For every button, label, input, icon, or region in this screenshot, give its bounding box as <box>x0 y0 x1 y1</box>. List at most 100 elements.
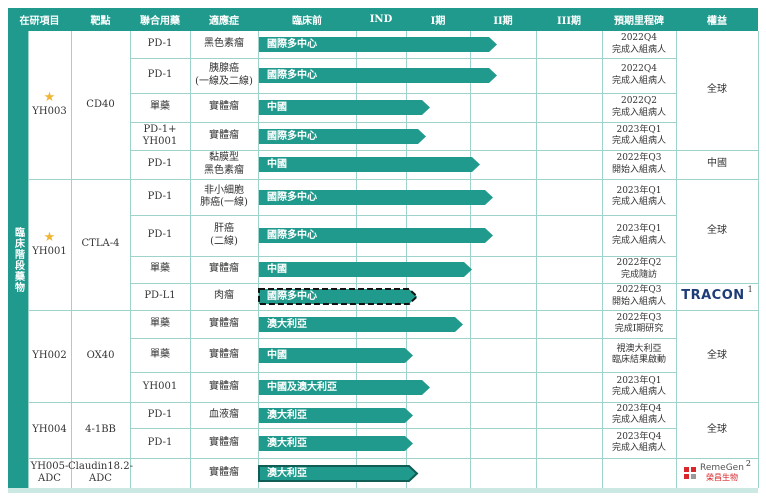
bar-label: 國際多中心 <box>267 230 317 241</box>
remegen-sub: 榮昌生物 <box>705 472 738 482</box>
clinical-stage-label: 臨床階段藥物 <box>8 31 28 488</box>
milestone-cell: 2022年Q2 完成隨訪 <box>616 258 662 280</box>
progress-bar: 中國 <box>259 262 480 277</box>
milestone-cell: 2022Q4 完成入組病人 <box>611 64 666 86</box>
target-41bb: 4-1BB <box>85 423 116 435</box>
star-icon: ★ <box>43 229 56 245</box>
combo-cell: PD-1 <box>147 229 173 241</box>
header-phase3: III期 <box>536 8 602 31</box>
header-milestone: 預期里程碑 <box>602 8 676 31</box>
indication-cell: 肉瘤 <box>214 290 234 302</box>
candidate-yh004: YH004 <box>32 423 67 435</box>
header-combo: 聯合用藥 <box>130 8 190 31</box>
bar-label: 澳大利亞 <box>267 468 307 479</box>
target-ox40: OX40 <box>86 349 115 361</box>
progress-bar: 澳大利亞 <box>259 317 471 332</box>
indication-cell: 實體瘤 <box>209 466 239 478</box>
target-claudin: Claudin18.2- ADC <box>68 460 133 485</box>
bottom-border <box>8 488 758 493</box>
combo-cell: PD-1+ YH001 <box>142 123 178 148</box>
indication-cell: 實體瘤 <box>209 436 239 448</box>
rights-global-yh002: 全球 <box>707 349 727 361</box>
rights-tracon: TRACON 1 <box>676 283 758 310</box>
bar-label: 澳大利亞 <box>267 410 307 421</box>
col-line <box>470 31 471 488</box>
header-target: 靶點 <box>71 8 130 31</box>
indication-cell: 實體瘤 <box>209 348 239 360</box>
combo-cell: PD-1 <box>147 190 173 202</box>
indication-cell: 實體瘤 <box>209 101 239 113</box>
tracon-logo: TRACON <box>681 288 745 304</box>
indication-cell: 實體瘤 <box>209 129 239 141</box>
progress-bar: 澳大利亞 <box>259 408 421 423</box>
col-line <box>758 31 759 488</box>
combo-cell: PD-1 <box>147 436 173 448</box>
bar-label: 國際多中心 <box>267 70 317 81</box>
footnote-2: 2 <box>745 459 751 468</box>
candidate-name: YH001 <box>32 245 67 257</box>
header-phase1: I期 <box>406 8 470 31</box>
milestone-cell: 2023年Q1 完成入組病人 <box>611 124 666 146</box>
bar-label: 中國 <box>267 264 287 275</box>
progress-arrow <box>259 262 472 277</box>
progress-bar: 國際多中心 <box>259 129 434 144</box>
star-icon: ★ <box>43 90 56 106</box>
milestone-cell: 2023年Q1 完成入組病人 <box>611 224 666 246</box>
progress-bar: 國際多中心 <box>258 288 425 305</box>
progress-bar: 國際多中心 <box>259 228 501 243</box>
combo-cell: PD-L1 <box>144 290 176 302</box>
milestone-cell: 2023年Q4 完成入組病人 <box>611 431 666 453</box>
bar-label: 中國 <box>267 350 287 361</box>
indication-cell: 血液瘤 <box>209 408 239 420</box>
combo-cell: PD-1 <box>147 408 173 420</box>
progress-bar: 中國 <box>259 348 421 363</box>
indication-cell: 黏膜型 黑色素瘤 <box>204 152 244 176</box>
indication-cell: 實體瘤 <box>209 263 239 275</box>
pipeline-chart: 在研項目 靶點 聯合用藥 適應症 臨床前 IND I期 II期 III期 預期里… <box>0 0 766 496</box>
bar-label: 澳大利亞 <box>267 438 307 449</box>
indication-cell: 黑色素瘤 <box>204 38 244 50</box>
progress-bar: 澳大利亞 <box>258 465 425 482</box>
bar-label: 澳大利亞 <box>267 319 307 330</box>
bar-label: 國際多中心 <box>267 192 317 203</box>
rights-global-yh001: 全球 <box>707 224 727 236</box>
indication-cell: 非小細胞 肺癌(一線) <box>200 184 248 209</box>
header-preclinical: 臨床前 <box>258 8 356 31</box>
progress-bar: 澳大利亞 <box>259 436 421 451</box>
combo-cell: 單藥 <box>150 101 170 113</box>
combo-cell: 單藥 <box>150 348 170 360</box>
combo-cell: YH001 <box>142 380 178 392</box>
indication-cell: 胰腺癌 (一線及二線) <box>195 63 253 87</box>
header-indication: 適應症 <box>190 8 258 31</box>
combo-cell: 單藥 <box>150 317 170 329</box>
indication-cell: 實體瘤 <box>209 380 239 392</box>
milestone-cell: 2023年Q4 完成入組病人 <box>611 403 666 425</box>
bar-label: 中國 <box>267 102 287 113</box>
rights-remegen: RemeGen 榮昌生物 2 <box>676 458 758 488</box>
combo-cell: PD-1 <box>147 38 173 50</box>
indication-cell: 實體瘤 <box>209 317 239 329</box>
candidate-yh005: YH005- ADC <box>30 460 69 485</box>
footnote-1: 1 <box>747 284 753 294</box>
progress-bar: 中國 <box>259 157 488 172</box>
milestone-cell: 視澳大利亞 臨床結果啟動 <box>611 343 666 365</box>
progress-bar: 國際多中心 <box>259 37 505 52</box>
bar-label: 國際多中心 <box>267 131 317 142</box>
target-ctla4: CTLA-4 <box>81 238 120 250</box>
progress-bar: 中國及澳大利亞 <box>259 380 438 395</box>
progress-bar: 國際多中心 <box>259 68 505 83</box>
progress-bar: 中國 <box>259 100 438 115</box>
bar-label: 中國 <box>267 159 287 170</box>
remegen-mark-icon <box>684 467 696 479</box>
rights-global-yh003: 全球 <box>707 84 727 96</box>
indication-cell: 肝癌 (二線) <box>210 223 238 247</box>
milestone-cell: 2023年Q1 完成入組病人 <box>611 185 666 207</box>
rights-global-yh004: 全球 <box>707 423 727 435</box>
milestone-cell: 2022年Q3 開始入組病人 <box>611 285 666 307</box>
target-cd40: CD40 <box>86 98 115 110</box>
rights-china: 中國 <box>707 158 727 170</box>
bar-label: 國際多中心 <box>267 39 317 50</box>
combo-cell: PD-1 <box>147 158 173 170</box>
milestone-cell <box>602 458 676 488</box>
milestone-cell: 2023年Q1 完成入組病人 <box>611 375 666 397</box>
